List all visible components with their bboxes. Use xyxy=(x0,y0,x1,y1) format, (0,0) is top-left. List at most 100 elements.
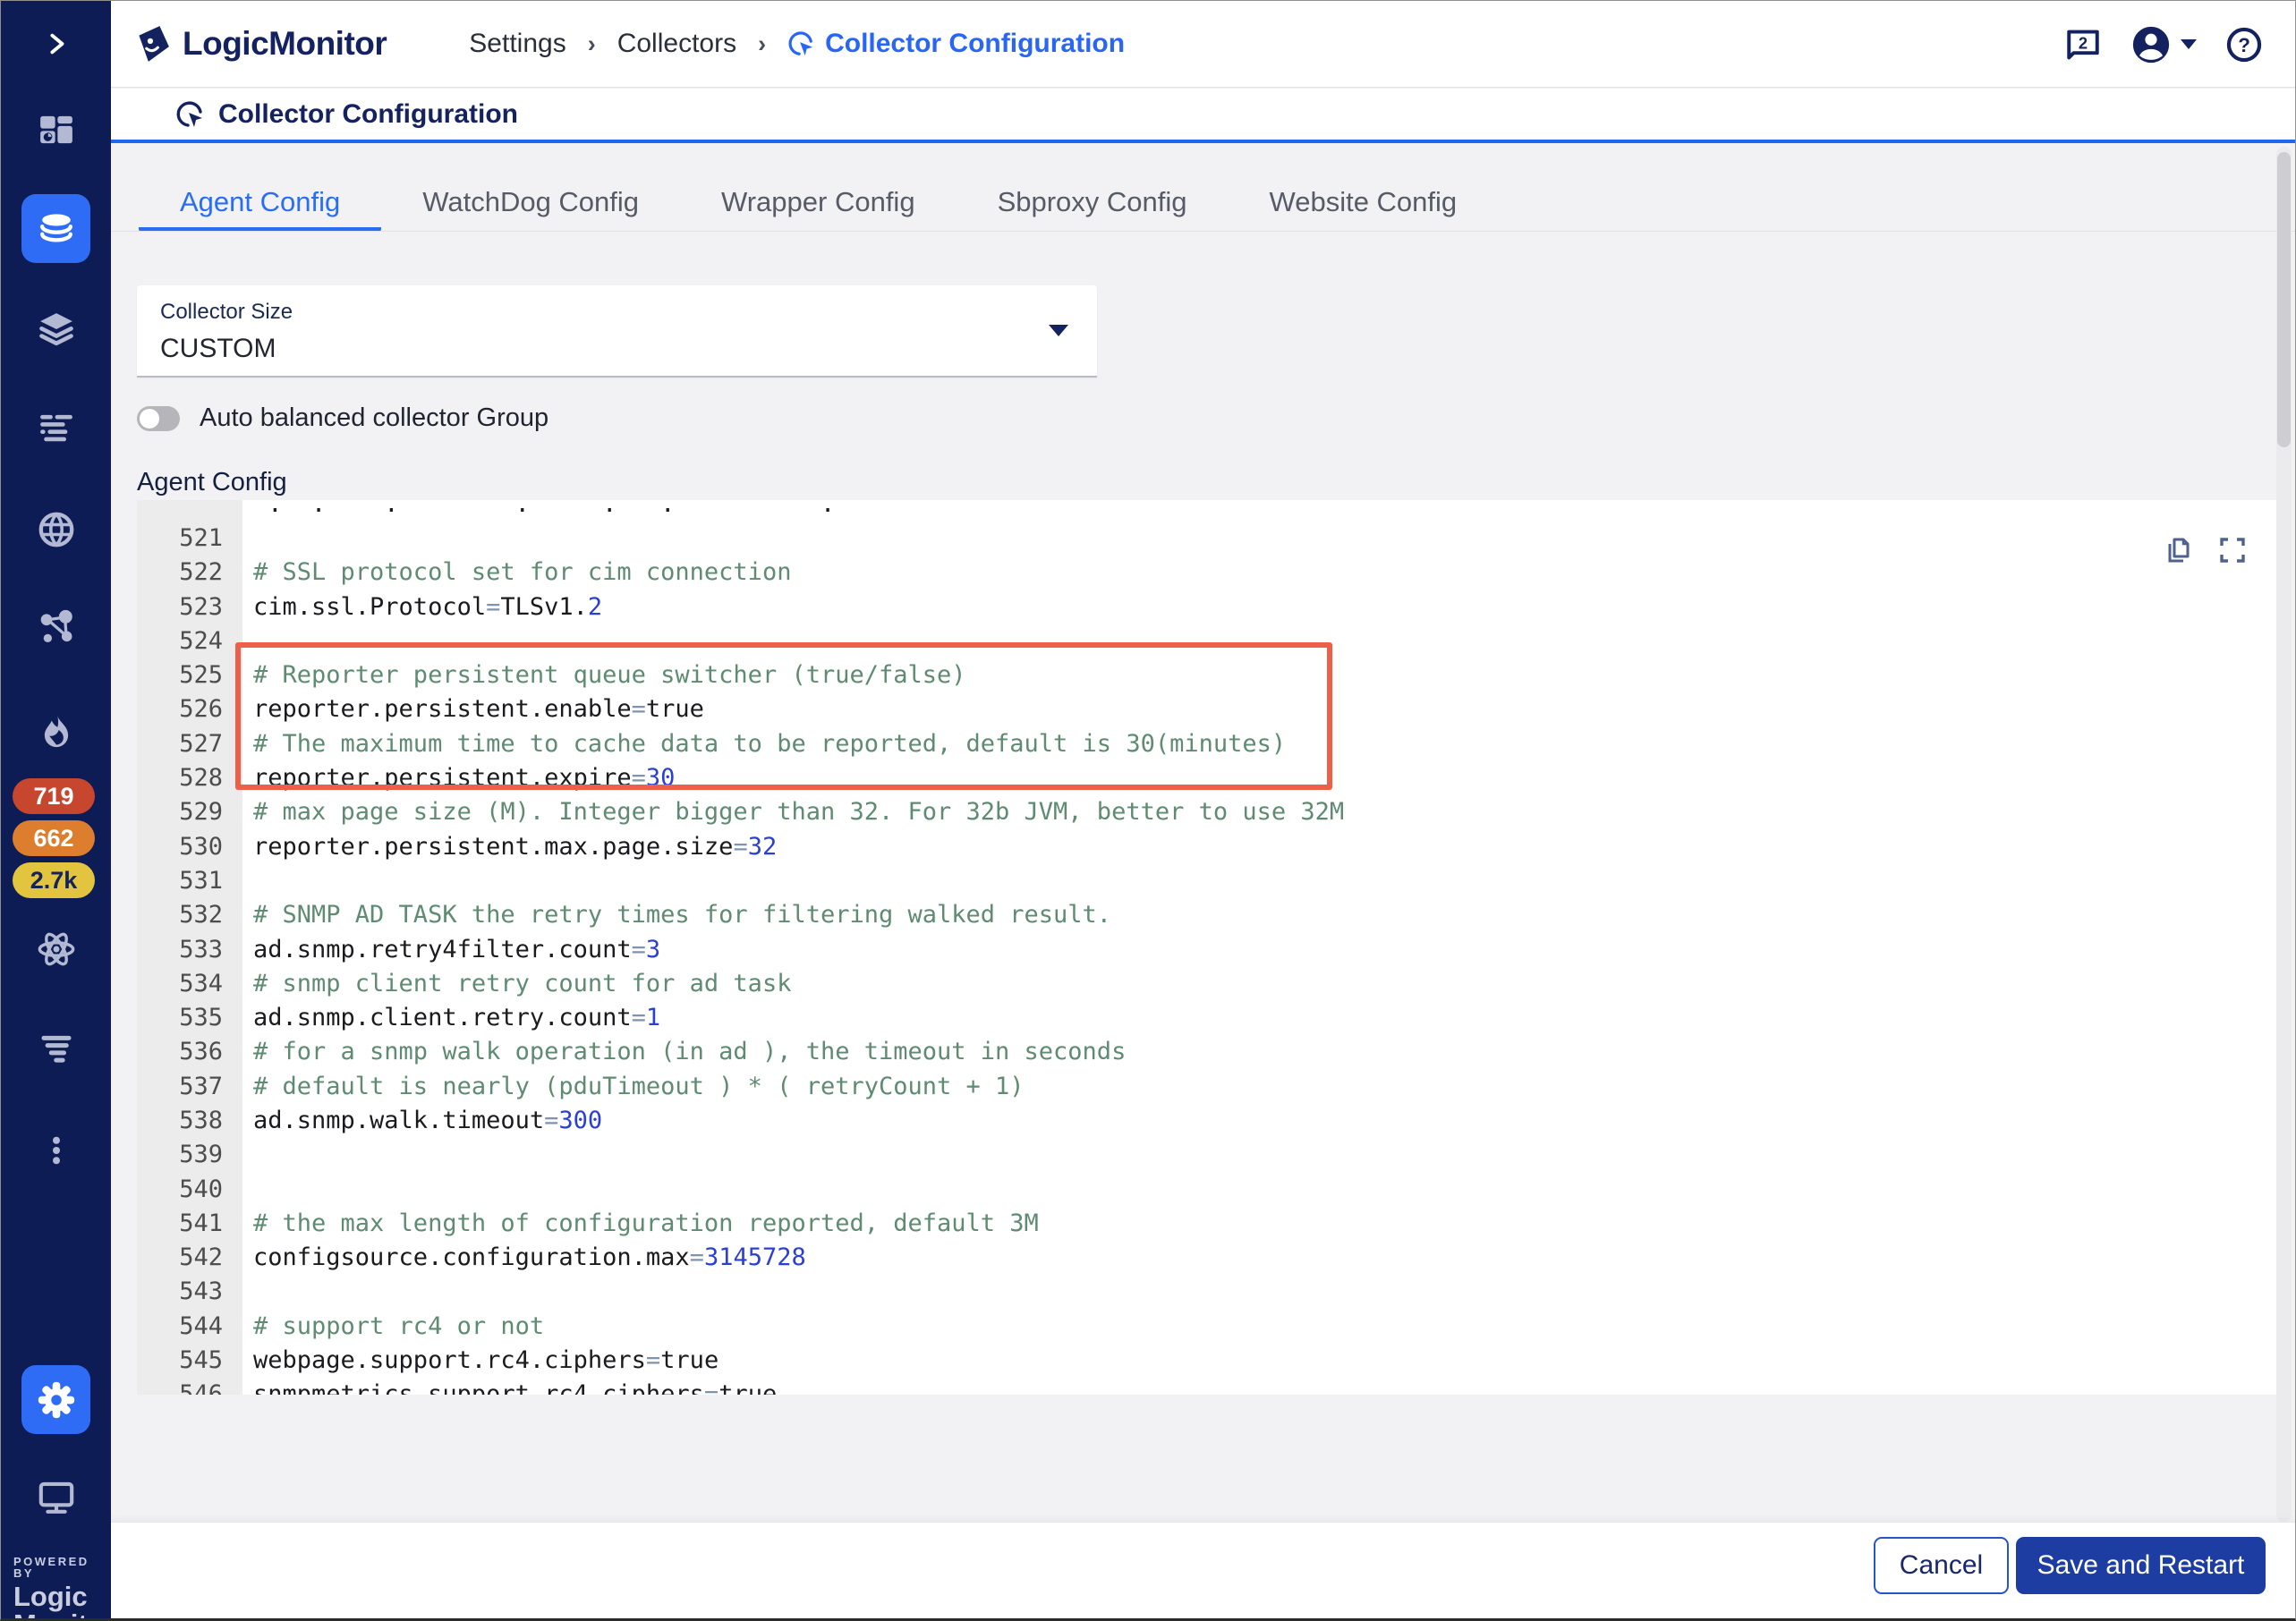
code-line: 533ad.snmp.retry4filter.count=3 xyxy=(137,932,2277,966)
collector-size-dropdown[interactable]: Collector Size CUSTOM xyxy=(137,285,1097,378)
line-number: 524 xyxy=(137,627,242,655)
sidebar-item-alerts[interactable] xyxy=(1,712,111,751)
sidebar-expand-button[interactable] xyxy=(1,26,111,62)
line-number: 538 xyxy=(137,1107,242,1134)
code-text: reporter.persistent.expire=30 xyxy=(242,764,675,792)
line-number: 543 xyxy=(137,1277,242,1305)
cancel-button[interactable]: Cancel xyxy=(1874,1537,2009,1594)
top-header: LogicMonitor Settings›Collectors›Collect… xyxy=(111,1,2295,88)
sidebar-item-resources[interactable] xyxy=(21,194,90,263)
exchange-atom-icon xyxy=(36,929,77,970)
more-dots-icon xyxy=(38,1133,74,1168)
sidebar-item-modules[interactable] xyxy=(1,310,111,349)
tab-agent-config[interactable]: Agent Config xyxy=(139,176,381,232)
notifications-button[interactable]: 2 xyxy=(2064,26,2102,64)
code-line: 527# The maximum time to cache data to b… xyxy=(137,726,2277,760)
code-text: # snmp client retry count for ad task xyxy=(242,970,791,997)
code-text: # SSL protocol set for cim connection xyxy=(242,558,791,586)
toggle-knob xyxy=(140,409,159,429)
code-line: 542configsource.configuration.max=314572… xyxy=(137,1241,2277,1275)
warning-alerts-badge[interactable]: 2.7k xyxy=(13,862,95,898)
console-monitor-icon xyxy=(37,1478,76,1517)
sidebar-item-console[interactable] xyxy=(1,1478,111,1517)
code-text: cim.ssl.Protocol=TLSv1.2 xyxy=(242,593,602,621)
breadcrumb-label: Collector Configuration xyxy=(825,29,1125,59)
code-line: 530reporter.persistent.max.page.size=32 xyxy=(137,829,2277,863)
help-button[interactable]: ? xyxy=(2225,26,2263,64)
sidebar-item-settings[interactable] xyxy=(21,1365,90,1434)
line-number: 530 xyxy=(137,833,242,861)
line-number: 535 xyxy=(137,1004,242,1031)
line-number: 540 xyxy=(137,1175,242,1203)
tabs-divider xyxy=(111,231,2295,232)
code-line: 538ad.snmp.walk.timeout=300 xyxy=(137,1103,2277,1137)
sidebar-item-websites[interactable] xyxy=(1,510,111,549)
breadcrumb: Settings›Collectors›Collector Configurat… xyxy=(469,29,1125,59)
tab-website-config[interactable]: Website Config xyxy=(1229,176,1499,232)
tab-wrapper-config[interactable]: Wrapper Config xyxy=(680,176,957,232)
collector-icon xyxy=(175,100,204,129)
dropdown-caret-icon xyxy=(1049,325,1068,336)
line-number: 536 xyxy=(137,1038,242,1065)
code-text: # Reporter persistent queue switcher (tr… xyxy=(242,661,966,689)
agent-config-editor[interactable]: . . . . . . . 521 522# SSL protocol set fo… xyxy=(137,500,2277,1395)
line-number: 521 xyxy=(137,524,242,552)
code-line: 523cim.ssl.Protocol=TLSv1.2 xyxy=(137,590,2277,624)
powered-by-logo: POWERED BY Logic Monitor xyxy=(13,1556,115,1621)
logicmonitor-logo[interactable]: LogicMonitor xyxy=(131,23,387,64)
line-number: 545 xyxy=(137,1346,242,1374)
code-line: 524 xyxy=(137,624,2277,658)
powered-by-text: POWERED BY xyxy=(13,1556,115,1580)
action-footer: Cancel Save and Restart xyxy=(111,1522,2295,1621)
code-line: 529# max page size (M). Integer bigger t… xyxy=(137,795,2277,829)
code-line: 525# Reporter persistent queue switcher … xyxy=(137,658,2277,692)
line-number: 542 xyxy=(137,1243,242,1271)
line-number: 537 xyxy=(137,1073,242,1100)
code-text: ad.snmp.client.retry.count=1 xyxy=(242,1004,660,1031)
code-line: 545webpage.support.rc4.ciphers=true xyxy=(137,1343,2277,1377)
reports-icon xyxy=(37,1030,76,1069)
auto-balance-toggle[interactable] xyxy=(137,406,180,431)
code-text: webpage.support.rc4.ciphers=true xyxy=(242,1346,719,1374)
save-and-restart-button[interactable]: Save and Restart xyxy=(2016,1537,2266,1594)
line-number: 529 xyxy=(137,798,242,826)
copy-button[interactable] xyxy=(2164,536,2193,569)
fullscreen-button[interactable] xyxy=(2218,536,2247,569)
collector-configuration-page: 719 662 2.7k xyxy=(0,0,2296,1621)
auto-balance-label: Auto balanced collector Group xyxy=(200,403,548,433)
sidebar-item-logs[interactable] xyxy=(1,409,111,448)
sidebar-item-exchange[interactable] xyxy=(1,929,111,970)
sidebar-item-dashboards[interactable] xyxy=(1,110,111,149)
code-line: . . . . . . . xyxy=(137,500,2277,521)
sidebar-item-reports[interactable] xyxy=(1,1030,111,1069)
avatar-icon xyxy=(2130,24,2172,65)
websites-globe-icon xyxy=(37,510,76,549)
dashboards-icon xyxy=(37,110,76,149)
sidebar-item-mapping[interactable] xyxy=(1,607,111,647)
tab-watchdog-config[interactable]: WatchDog Config xyxy=(381,176,680,232)
fullscreen-icon xyxy=(2218,536,2247,564)
user-menu-button[interactable] xyxy=(2130,24,2197,65)
code-line: 522# SSL protocol set for cim connection xyxy=(137,556,2277,590)
line-number: 533 xyxy=(137,936,242,963)
tab-sbproxy-config[interactable]: Sbproxy Config xyxy=(957,176,1229,232)
error-alerts-badge[interactable]: 662 xyxy=(13,820,95,856)
code-text: # support rc4 or not xyxy=(242,1312,544,1340)
page-title-text: Collector Configuration xyxy=(218,99,518,130)
breadcrumb-item[interactable]: Settings xyxy=(469,29,565,59)
code-line: 528reporter.persistent.expire=30 xyxy=(137,760,2277,794)
breadcrumb-item[interactable]: Collectors xyxy=(617,29,736,59)
settings-gear-icon xyxy=(36,1379,77,1421)
code-line: 532# SNMP AD TASK the retry times for fi… xyxy=(137,898,2277,932)
sidebar-item-more[interactable] xyxy=(1,1131,111,1170)
page-scrollbar[interactable] xyxy=(2276,147,2292,1522)
line-number: 532 xyxy=(137,901,242,929)
line-number: 546 xyxy=(137,1380,242,1395)
code-text: # the max length of configuration report… xyxy=(242,1209,1039,1237)
scrollbar-thumb[interactable] xyxy=(2277,152,2291,447)
powered-by-monitor: Monitor xyxy=(13,1610,115,1621)
subheader: Collector Configuration xyxy=(111,89,2295,143)
breadcrumb-item[interactable]: Collector Configuration xyxy=(787,29,1125,59)
critical-alerts-badge[interactable]: 719 xyxy=(13,778,95,814)
code-text: snmpmetrics.support.rc4.ciphers=true xyxy=(242,1380,777,1395)
